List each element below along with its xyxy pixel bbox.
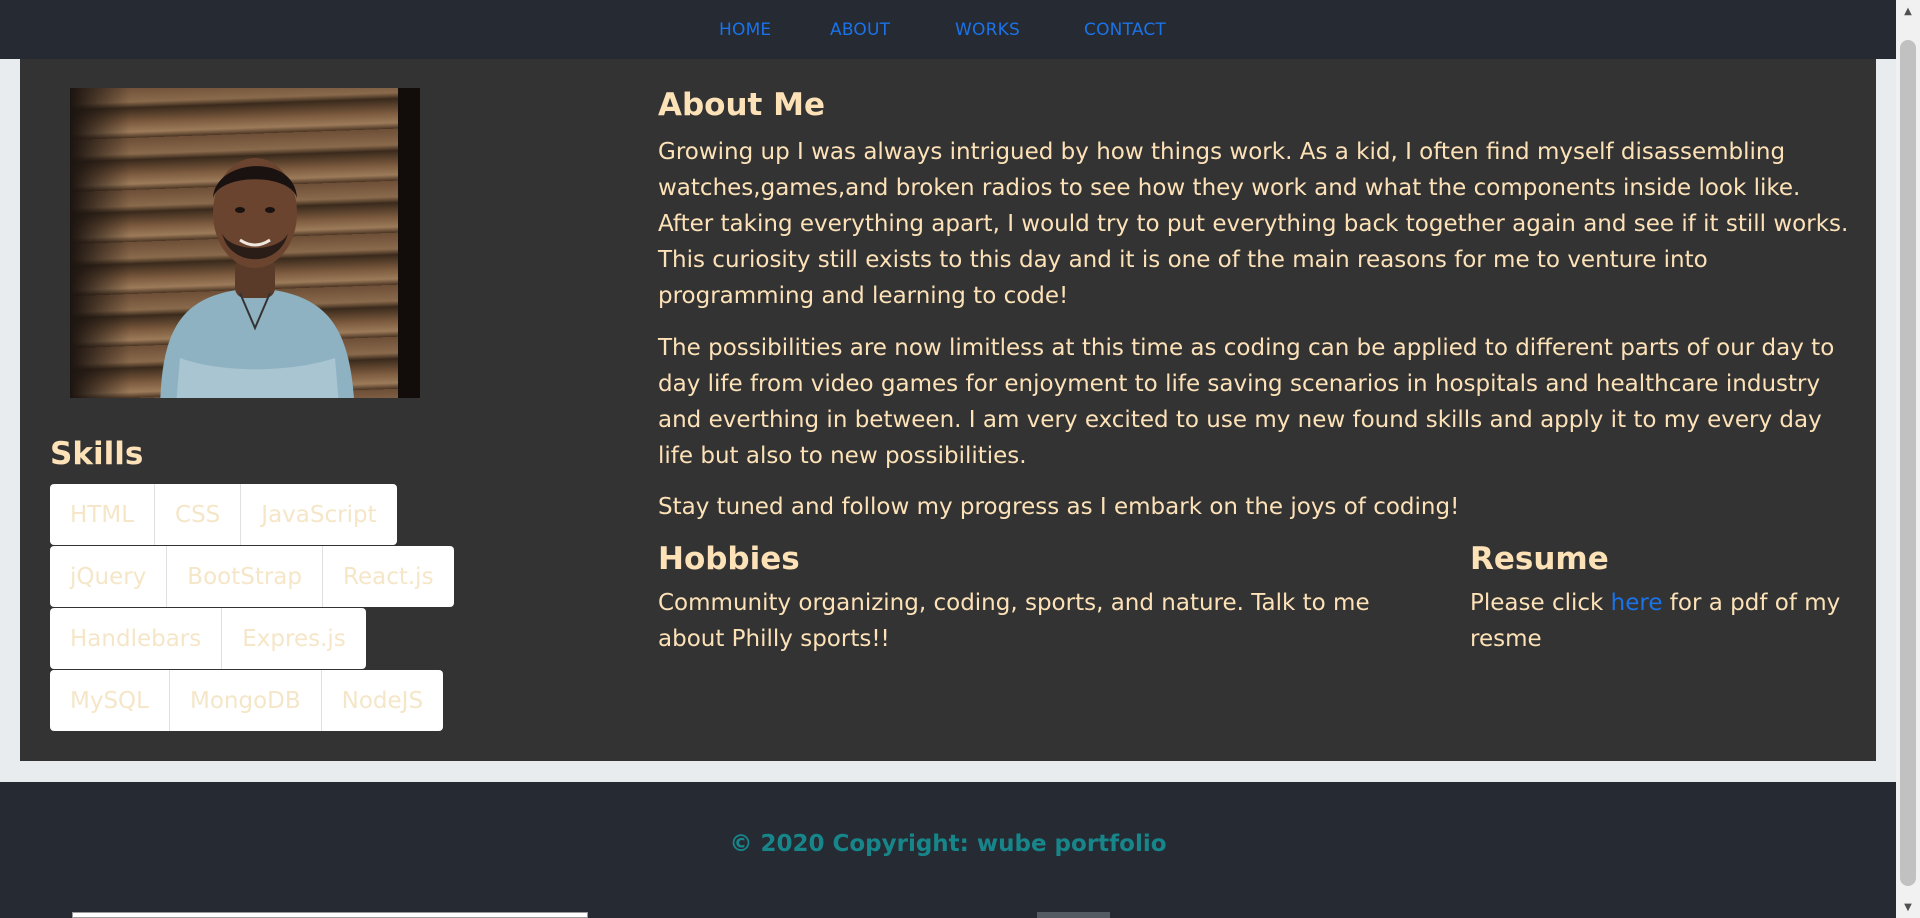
about-paragraph: The possibilities are now limitless at t…: [658, 335, 1835, 469]
skill-button[interactable]: Handlebars: [50, 608, 223, 669]
resume-text: Please click here for a pdf of my resme: [1470, 585, 1870, 657]
nav-link-home[interactable]: HOME: [719, 20, 771, 40]
skill-button[interactable]: React.js: [323, 546, 454, 607]
top-navbar: HOME ABOUT WORKS CONTACT: [0, 0, 1896, 59]
hobbies-text: Community organizing, coding, sports, an…: [658, 590, 1370, 652]
skills-row: MySQL MongoDB NodeJS: [50, 670, 444, 731]
profile-photo: [70, 88, 420, 398]
person-figure: [160, 158, 354, 398]
scroll-up-arrow-icon[interactable]: ▲: [1896, 0, 1920, 22]
resume-text-before: Please click: [1470, 590, 1611, 616]
skill-button[interactable]: BootStrap: [167, 546, 324, 607]
resume-link[interactable]: here: [1611, 590, 1663, 616]
page-footer: © 2020 Copyright: wube portfolio: [0, 782, 1896, 918]
scroll-down-arrow-icon[interactable]: ▼: [1896, 896, 1920, 918]
skill-button[interactable]: HTML: [50, 484, 156, 545]
vertical-scrollbar[interactable]: ▲ ▼: [1896, 0, 1920, 918]
skill-button[interactable]: MySQL: [50, 670, 170, 731]
skills-row: jQuery BootStrap React.js: [50, 546, 454, 607]
skill-button[interactable]: Expres.js: [222, 608, 366, 669]
about-heading: About Me: [658, 87, 826, 123]
photo-shadow: [70, 88, 130, 398]
partial-element: [1037, 912, 1110, 918]
skill-button[interactable]: jQuery: [50, 546, 168, 607]
about-paragraph: Growing up I was always intrigued by how…: [658, 139, 1849, 309]
resume-heading: Resume: [1470, 541, 1609, 577]
main-content-panel: Skills HTML CSS JavaScript jQuery BootSt…: [20, 59, 1876, 761]
skills-heading: Skills: [50, 436, 144, 472]
photo-edge: [398, 88, 420, 398]
scrollbar-thumb[interactable]: [1900, 40, 1916, 886]
copyright-text: © 2020 Copyright: wube portfolio: [729, 831, 1167, 857]
nav-link-about[interactable]: ABOUT: [830, 20, 890, 40]
about-paragraph: Stay tuned and follow my progress as I e…: [658, 494, 1460, 520]
skill-button[interactable]: NodeJS: [321, 670, 444, 731]
hobbies-heading: Hobbies: [658, 541, 800, 577]
nav-link-contact[interactable]: CONTACT: [1084, 20, 1166, 40]
nav-link-works[interactable]: WORKS: [955, 20, 1020, 40]
skill-button[interactable]: JavaScript: [241, 484, 397, 545]
partial-element: [72, 912, 588, 918]
skills-row: Handlebars Expres.js: [50, 608, 366, 669]
skill-button[interactable]: CSS: [155, 484, 242, 545]
skills-row: HTML CSS JavaScript: [50, 484, 397, 545]
skill-button[interactable]: MongoDB: [169, 670, 322, 731]
